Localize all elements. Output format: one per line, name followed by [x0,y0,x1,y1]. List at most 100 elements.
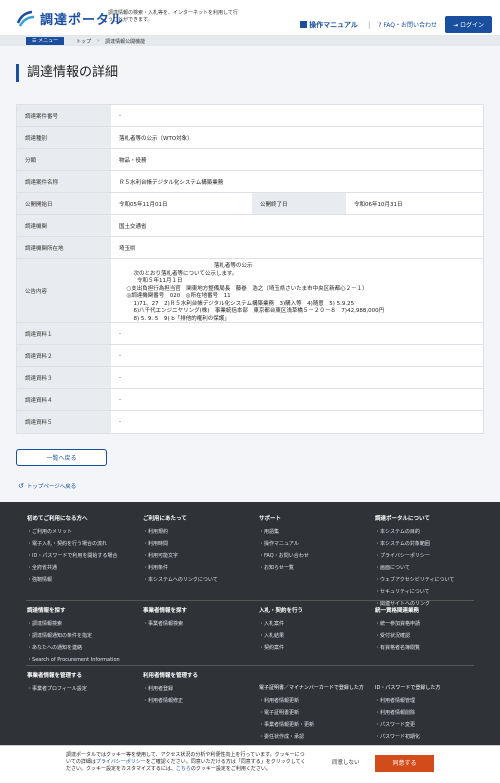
footer-link[interactable]: 本システムへのリンクについて [143,576,253,583]
footer-link[interactable]: プライバシーポリシー [375,552,485,559]
footer-link[interactable]: 委任状作成・承認 [259,733,369,740]
footer-link[interactable]: FAQ・お問い合わせ [259,552,369,559]
footer-link[interactable]: 有資格者名簿閲覧 [375,644,485,651]
footer-link[interactable]: ID・パスワードで利用を開始する場合 [27,552,137,559]
footer-heading: 電子証明書／マイナンバーカードで登録した方 [259,685,364,691]
return-arrow-icon: ↺ [18,482,24,490]
footer-col-certificate: 電子証明書／マイナンバーカードで登録した方利用者情報更新電子証明書更新事業者情報… [259,684,369,745]
label-doc5: 調達資料５ [17,411,111,433]
footer-link[interactable]: 事業者情報更新・更新 [259,721,369,728]
details-table: 調達案件番号 - 調達種別 落札者等の公示（WTO対象） 分類 物品・役務 調達案件名… [16,104,484,434]
footer-col-about: 調達ポータルについて本システムの目的本システムの対象範囲プライバシーポリシー画面… [375,514,485,612]
footer-link[interactable]: 全府省共通 [27,564,137,571]
footer-col-usage: ご利用にあたって利用規約利用時間利用可能文字利用条件本システムへのリンクについて [143,514,253,588]
footer-heading: ご利用にあたって [143,516,187,522]
value-doc1: - [119,330,121,337]
footer-col-manage-user: 利用者情報を管理する利用者登録利用者情報修正 [143,671,253,709]
value-case-no: - [119,112,121,119]
footer-link[interactable]: 用語集 [259,528,369,535]
label-case-no: 調達案件番号 [17,105,111,126]
footer-link[interactable]: 電子証明書更新 [259,709,369,716]
manual-link[interactable]: 操作マニュアル [300,20,358,30]
footer-link[interactable]: 調達情報通知の条件を指定 [27,632,137,639]
footer-link[interactable]: 入札結果 [259,632,369,639]
footer-link[interactable]: 利用者情報修正 [143,697,253,704]
footer-link[interactable]: 事業者情報検索 [143,620,253,627]
login-button[interactable]: ⇥ ログイン [445,16,492,33]
label-location: 調達機関所在地 [17,237,111,258]
cookie-refuse-button[interactable]: 同意しない [332,760,360,767]
footer-link[interactable]: 利用者情報管理 [375,697,485,704]
footer-link[interactable]: パスワード変更 [375,721,485,728]
privacy-policy-link[interactable]: プライバシーポリシー [96,759,146,765]
footer-heading: 入札・契約を行う [259,608,304,614]
footer-heading: 事業者情報を探す [143,608,188,614]
footer-link[interactable]: 利用時間 [143,540,253,547]
footer-link[interactable]: 調達情報検索 [27,620,137,627]
footer-link[interactable]: 画面について [375,564,485,571]
footer-heading: サポート [259,516,282,522]
faq-link[interactable]: ? FAQ・お問い合わせ [378,20,437,29]
footer-link[interactable]: 利用者情報削除 [375,709,485,716]
footer-link[interactable]: 本システムの目的 [375,528,485,535]
value-location: 埼玉県 [119,245,136,252]
footer-link[interactable]: ご利用のメリット [27,528,137,535]
footer-col-qualification: 統一資格関連業務統一参加資格申請受付状況確認有資格者名簿閲覧 [375,606,485,656]
footer-link[interactable]: 利用可能文字 [143,552,253,559]
breadcrumb-current: 調達情報公開機能 [105,38,146,45]
manual-label: 操作マニュアル [309,20,358,29]
label-doc4: 調達資料４ [17,389,111,410]
footer-col-support: サポート用語集操作マニュアル FAQ・お問い合わせお知らせ一覧 [259,514,369,576]
header-divider: | [367,20,371,29]
footer-link[interactable]: 本システムの対象範囲 [375,540,485,547]
footer-divider [26,600,474,601]
value-doc2: - [119,352,121,359]
label-category: 分類 [17,149,111,170]
breadcrumb-top[interactable]: トップ [76,38,91,45]
breadcrumb: ☰ メニュー トップ › 調達情報公開機能 [0,36,500,46]
faq-label: FAQ・お問い合わせ [383,22,438,29]
footer-heading: 事業者情報を管理する [27,673,83,679]
footer-link[interactable]: 事業者プロフィール設定 [27,685,137,692]
back-to-list-button[interactable]: 一覧へ戻る [16,449,107,466]
footer-heading: 統一資格関連業務 [375,608,420,614]
value-end: 令和06年10月31日 [354,201,403,208]
value-name: Ｒ５水利台帳デジタル化システム構築業務 [119,179,224,186]
footer-link[interactable]: 受付状況確認 [375,632,485,639]
footer-link[interactable]: 利用条件 [143,564,253,571]
footer-link[interactable]: 利用者情報更新 [259,697,369,704]
menu-label: メニュー [38,38,59,44]
logo-icon [16,10,35,27]
back-to-top-label: トップページへ戻る [26,484,77,490]
footer-link[interactable]: 契約案件 [259,644,369,651]
footer-link[interactable]: パスワード初期化 [375,733,485,740]
chevron-right-icon: › [97,38,100,44]
footer-link[interactable]: 強靭情報 [27,576,137,583]
footer-divider [26,665,474,666]
cookie-accept-button[interactable]: 同意する [375,755,434,772]
footer-link[interactable]: Search of Procurement Information [27,656,137,663]
footer-link[interactable]: 統一参加資格申請 [375,620,485,627]
menu-button[interactable]: ☰ メニュー [26,37,65,45]
back-to-top-link[interactable]: ↺ トップページへ戻る [18,482,76,490]
footer-link[interactable]: 操作マニュアル [259,540,369,547]
footer-link[interactable]: セキュリティについて [375,588,485,595]
footer-link[interactable]: 利用規約 [143,528,253,535]
value-type: 落札者等の公示（WTO対象） [119,135,193,142]
value-category: 物品・役務 [119,157,147,164]
value-doc4: - [119,396,121,403]
footer-link[interactable]: 利用者登録 [143,685,253,692]
footer-heading: 初めてご利用になる方へ [27,516,88,522]
footer-link[interactable]: お知らせ一覧 [259,564,369,571]
footer-link[interactable]: ウェブアクセシビリティについて [375,576,485,583]
footer-link[interactable]: 入札案件 [259,620,369,627]
cookie-settings-link[interactable]: こちら [176,766,191,772]
footer-link[interactable]: 電子入札・契約を行う場合の流れ [27,540,137,547]
cookie-text-3: のクッキー設定をご利用ください。 [190,766,271,772]
footer-link[interactable]: あなたへの通知を連絡 [27,644,137,651]
footer-col-beginners: 初めてご利用になる方へご利用のメリット電子入札・契約を行う場合の流れ ID・パスワ… [27,514,137,588]
site-header: 調達ポータル 調達情報の検索・入札等を、インターネットを利用して行うことができま… [0,0,500,36]
footer-heading: 利用者情報を管理する [143,673,199,679]
label-content: 公告内容 [17,259,111,322]
label-doc3: 調達資料３ [17,367,111,388]
